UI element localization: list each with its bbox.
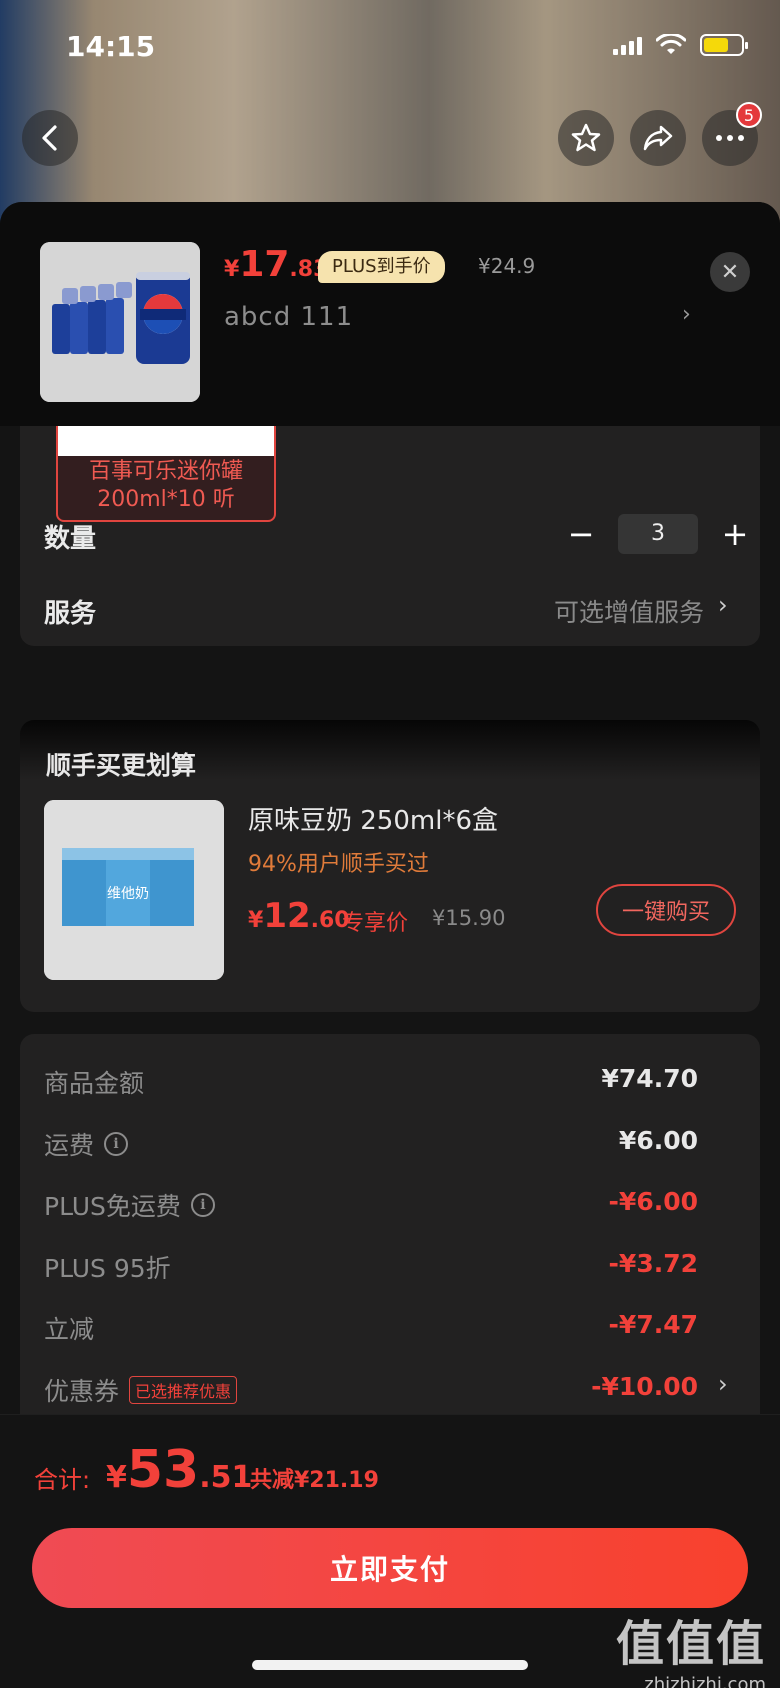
price-currency: ¥: [224, 257, 240, 282]
upsell-price-tag: 专享价: [342, 911, 409, 936]
fee-row-instant-discount: 立减 -¥7.47: [44, 1310, 698, 1344]
upsell-thumbnail[interactable]: 维他奶: [44, 800, 224, 980]
sku-option-label: 百事可乐迷你罐 200ml*10 听: [88, 459, 243, 512]
fee-value: -¥10.00: [591, 1372, 698, 1401]
back-icon: [42, 125, 57, 151]
quantity-plus-button[interactable]: +: [714, 514, 756, 554]
fee-value: ¥6.00: [618, 1126, 698, 1155]
watermark-logo: 值值值: [615, 1616, 766, 1672]
product-header: ¥17.83 PLUS到手价 ¥24.9 abcd 111 › ✕: [0, 202, 780, 426]
fee-row-plus-free-shipping: PLUS免运费 i -¥6.00: [44, 1187, 698, 1221]
fee-label: 立减: [44, 1315, 95, 1344]
chevron-right-icon[interactable]: ›: [682, 302, 691, 327]
share-button[interactable]: [630, 110, 686, 166]
service-label: 服务: [44, 599, 97, 629]
coupon-selected-tag: 已选推荐优惠: [129, 1376, 238, 1404]
close-button[interactable]: ✕: [710, 252, 750, 292]
fee-value: -¥7.47: [608, 1310, 698, 1339]
wifi-icon: [656, 34, 686, 54]
total-amount: ¥53.51: [106, 1440, 252, 1500]
fee-row-coupon[interactable]: 优惠券 已选推荐优惠 -¥10.00: [44, 1372, 698, 1406]
total-decimal: .51: [199, 1460, 253, 1495]
fee-label: PLUS免运费: [44, 1192, 181, 1221]
more-button[interactable]: 5: [702, 102, 762, 166]
plus-price-tag: PLUS到手价: [318, 251, 445, 283]
quantity-minus-button[interactable]: −: [560, 514, 602, 554]
fee-row-shipping: 运费 i ¥6.00: [44, 1126, 698, 1160]
pay-now-button[interactable]: 立即支付: [32, 1528, 748, 1608]
star-icon: [571, 123, 601, 152]
watermark: 值值值 zhizhizhi.com: [616, 1604, 766, 1688]
upsell-price-integer: 12: [263, 896, 311, 936]
home-indicator[interactable]: [252, 1660, 528, 1670]
status-time: 14:15: [66, 30, 156, 63]
selected-spec[interactable]: abcd 111: [224, 302, 353, 332]
fee-label: 优惠券: [44, 1377, 120, 1406]
total-savings: 共减¥21.19: [250, 1468, 379, 1493]
fee-label: 商品金额: [44, 1069, 145, 1098]
fee-label: PLUS 95折: [44, 1254, 171, 1283]
more-icon: [716, 135, 744, 141]
favorite-button[interactable]: [558, 110, 614, 166]
share-icon: [643, 125, 673, 151]
upsell-title: 顺手买更划算: [46, 751, 197, 780]
quantity-label: 数量: [44, 524, 97, 554]
price-integer: 17: [239, 244, 290, 285]
service-chevron-icon[interactable]: ›: [718, 591, 728, 619]
cellular-signal-icon: [613, 35, 642, 55]
service-value[interactable]: 可选增值服务: [554, 593, 704, 629]
fee-value: ¥74.70: [601, 1064, 698, 1093]
coupon-chevron-icon[interactable]: ›: [718, 1370, 728, 1398]
product-price: ¥17.83: [224, 244, 328, 285]
battery-icon: [700, 34, 748, 56]
total-label: 合计:: [34, 1466, 91, 1494]
fee-label: 运费: [44, 1131, 95, 1160]
back-button[interactable]: [22, 110, 78, 166]
status-icons: [613, 34, 748, 56]
fee-row-goods: 商品金额 ¥74.70: [44, 1064, 698, 1098]
upsell-purchase-rate: 94%用户顺手买过: [248, 852, 429, 877]
notification-badge: 5: [736, 102, 762, 128]
upsell-product-name[interactable]: 原味豆奶 250ml*6盒: [248, 800, 498, 837]
upsell-original-price: ¥15.90: [432, 906, 506, 930]
info-icon[interactable]: i: [190, 1193, 215, 1217]
upsell-brand-text: 维他奶: [107, 886, 149, 902]
fee-row-plus-discount: PLUS 95折 -¥3.72: [44, 1249, 698, 1283]
quantity-input[interactable]: 3: [618, 514, 698, 554]
fee-value: -¥3.72: [608, 1249, 698, 1278]
info-icon[interactable]: i: [104, 1132, 129, 1156]
original-price: ¥24.9: [478, 254, 536, 278]
fee-value: -¥6.00: [608, 1187, 698, 1216]
quantity-stepper: − 3 +: [560, 514, 756, 554]
product-thumbnail: [40, 242, 200, 402]
total-integer: 53: [126, 1440, 200, 1500]
upsell-price: ¥12.60: [248, 896, 350, 936]
upsell-price-currency: ¥: [248, 908, 264, 933]
watermark-url: zhizhizhi.com: [644, 1674, 766, 1688]
one-click-buy-button[interactable]: 一键购买: [596, 884, 736, 936]
close-icon: ✕: [720, 259, 740, 285]
total-currency: ¥: [106, 1460, 127, 1495]
